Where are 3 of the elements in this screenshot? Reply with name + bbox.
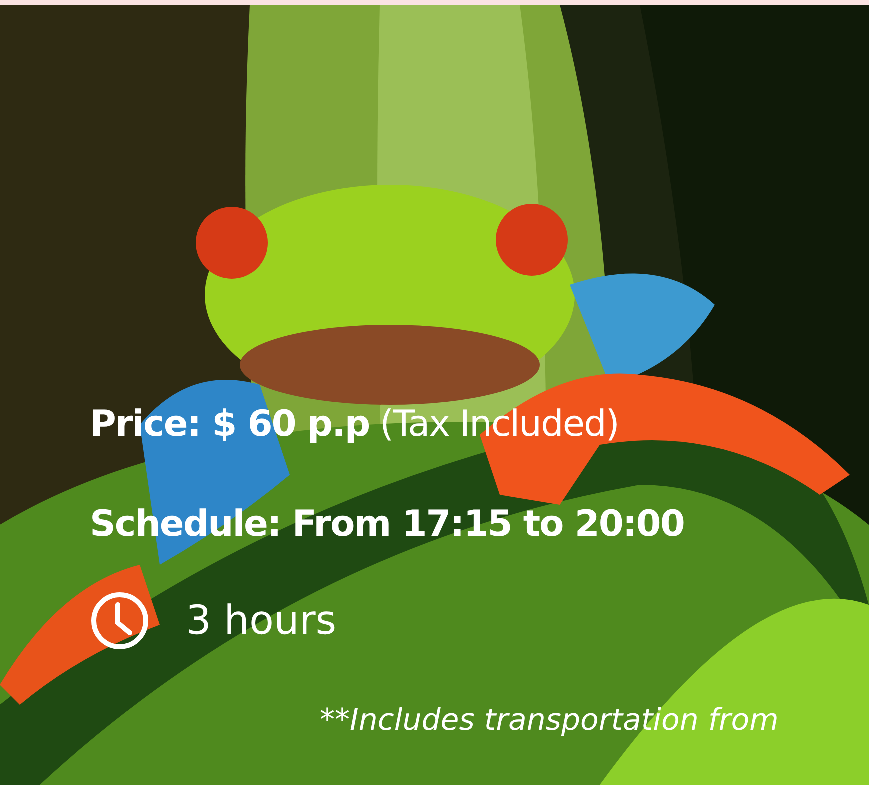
clock-icon [90, 591, 150, 651]
duration-text: 3 hours [186, 597, 337, 645]
transport-note: **Includes transportation from [320, 702, 780, 740]
